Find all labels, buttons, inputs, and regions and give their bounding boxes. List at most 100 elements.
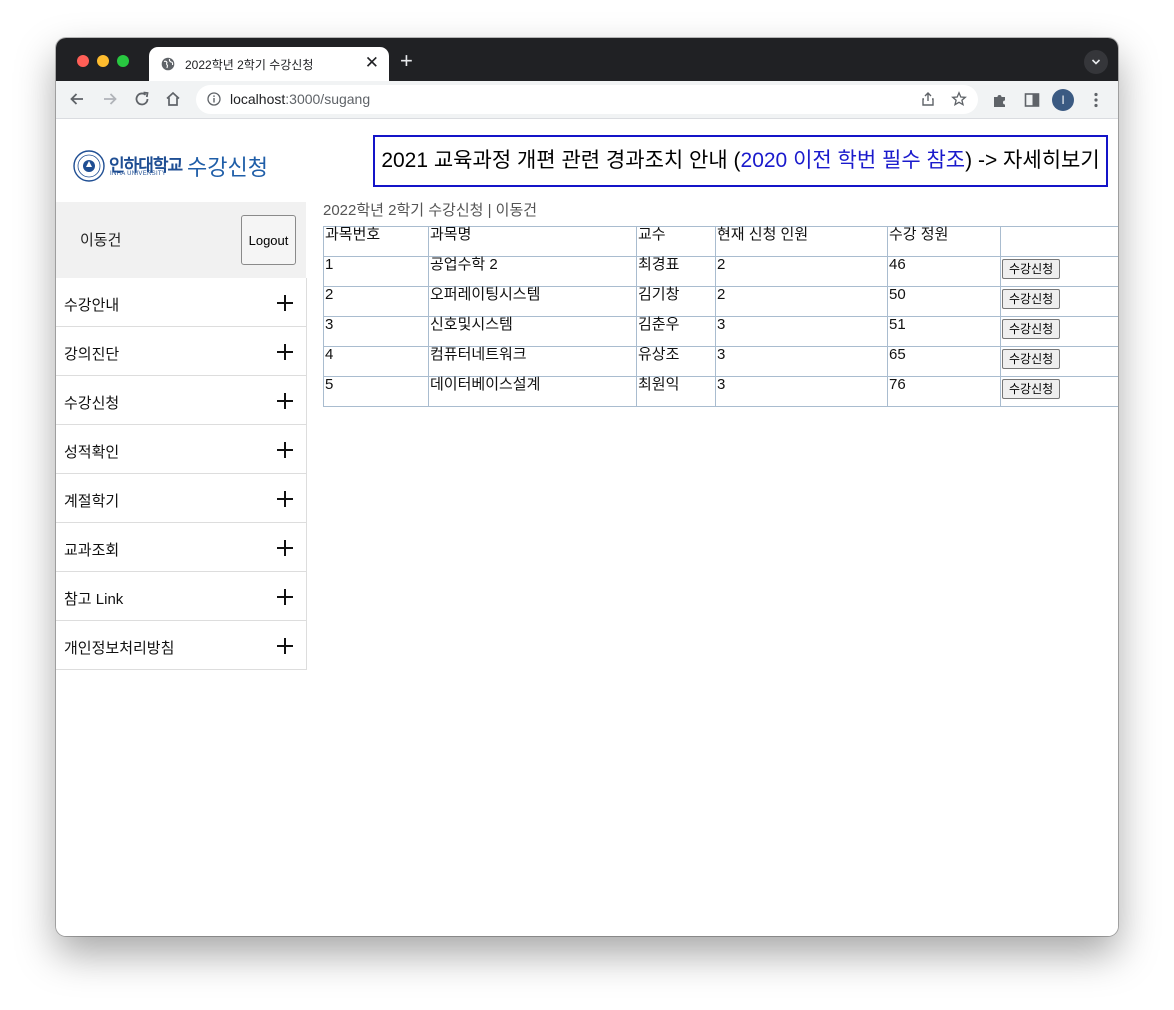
sidebar-item-label: 개인정보처리방침: [64, 640, 175, 657]
apply-button[interactable]: 수강신청: [1002, 379, 1061, 399]
plus-icon[interactable]: [277, 589, 293, 605]
sidebar-item-label: 수강안내: [64, 297, 120, 314]
table-row: 5 데이터베이스설계 최원익 3 76 수강신청: [323, 376, 1118, 407]
apply-button[interactable]: 수강신청: [1002, 349, 1061, 369]
side-panel-icon[interactable]: [1023, 91, 1041, 109]
back-arrow-icon[interactable]: [68, 90, 86, 108]
logo-english-text: INHA UNIVERSITY: [110, 171, 167, 177]
plus-icon[interactable]: [277, 295, 293, 311]
course-name: 신호및시스템: [428, 316, 637, 347]
course-capacity: 76: [887, 376, 1001, 407]
extensions-puzzle-icon[interactable]: [991, 91, 1009, 109]
course-capacity: 46: [887, 256, 1001, 287]
course-current-count: 3: [715, 316, 888, 347]
tab-title: 2022학년 2학기 수강신청: [185, 58, 314, 72]
table-row: 1 공업수학 2 최경표 2 46 수강신청: [323, 256, 1118, 287]
sidebar-item-label: 참고 Link: [64, 591, 124, 608]
browser-window: 2022학년 2학기 수강신청 ✕ + localhost:3000/sugan…: [56, 38, 1118, 936]
plus-icon[interactable]: [277, 393, 293, 409]
action-cell: 수강신청: [1000, 256, 1118, 287]
site-title: 수강신청: [187, 155, 268, 180]
page-title: 2022학년 2학기 수강신청 | 이동건: [323, 202, 538, 219]
logout-button[interactable]: Logout: [241, 215, 296, 265]
course-id: 2: [323, 286, 429, 317]
reload-icon[interactable]: [133, 90, 151, 108]
course-name: 컴퓨터네트워크: [428, 346, 637, 377]
sidebar-item-course-guide[interactable]: 수강안내: [56, 278, 306, 327]
sidebar-item-grades[interactable]: 성적확인: [56, 425, 306, 474]
course-id: 4: [323, 346, 429, 377]
course-name: 공업수학 2: [428, 256, 637, 287]
user-panel: 이동건 Logout: [56, 202, 306, 278]
apply-button[interactable]: 수강신청: [1002, 319, 1061, 339]
sidebar-item-label: 교과조회: [64, 542, 120, 559]
chevron-down-icon: [1091, 59, 1101, 65]
course-id: 5: [323, 376, 429, 407]
profile-avatar[interactable]: I: [1052, 89, 1074, 111]
column-header: 교수: [636, 226, 716, 257]
sidebar-item-reference-links[interactable]: 참고 Link: [56, 572, 306, 621]
notice-banner[interactable]: 2021 교육과정 개편 관련 경과조치 안내 (2020 이전 학번 필수 참…: [373, 135, 1108, 187]
sidebar-item-course-registration[interactable]: 수강신청: [56, 376, 306, 425]
table-header-row: 과목번호 과목명 교수 현재 신청 인원 수강 정원: [323, 226, 1118, 257]
url-path: :3000/sugang: [285, 91, 371, 107]
tab-strip: 2022학년 2학기 수강신청 ✕ +: [56, 38, 1118, 81]
sidebar-item-lecture-evaluation[interactable]: 강의진단: [56, 327, 306, 376]
new-tab-button[interactable]: +: [400, 50, 413, 72]
sidebar-item-curriculum-search[interactable]: 교과조회: [56, 523, 306, 572]
url-host: localhost: [230, 91, 286, 107]
site-logo[interactable]: 인하대학교 INHA UNIVERSITY 수강신청: [73, 150, 273, 182]
minimize-window-button[interactable]: [97, 55, 109, 67]
notice-highlight[interactable]: 2020 이전 학번 필수 참조: [741, 149, 966, 172]
plus-icon[interactable]: [277, 442, 293, 458]
sidebar-item-privacy-policy[interactable]: 개인정보처리방침: [56, 621, 306, 670]
share-icon[interactable]: [920, 91, 936, 107]
browser-tab[interactable]: 2022학년 2학기 수강신청 ✕: [149, 47, 389, 81]
notice-suffix: ) -> 자세히보기: [965, 149, 1100, 172]
close-tab-icon[interactable]: ✕: [365, 53, 379, 73]
maximize-window-button[interactable]: [117, 55, 129, 67]
plus-icon[interactable]: [277, 491, 293, 507]
plus-icon[interactable]: [277, 638, 293, 654]
table-row: 3 신호및시스템 김춘우 3 51 수강신청: [323, 316, 1118, 347]
apply-button[interactable]: 수강신청: [1002, 289, 1061, 309]
more-menu-icon[interactable]: [1087, 91, 1105, 109]
address-bar[interactable]: localhost:3000/sugang: [196, 85, 978, 114]
course-current-count: 3: [715, 346, 888, 377]
sidebar-item-seasonal-semester[interactable]: 계절학기: [56, 474, 306, 523]
course-current-count: 2: [715, 256, 888, 287]
tab-search-button[interactable]: [1084, 50, 1108, 74]
course-current-count: 2: [715, 286, 888, 317]
course-professor: 최원익: [636, 376, 716, 407]
action-cell: 수강신청: [1000, 286, 1118, 317]
course-professor: 유상조: [636, 346, 716, 377]
column-header: 수강 정원: [887, 226, 1001, 257]
course-current-count: 3: [715, 376, 888, 407]
close-window-button[interactable]: [77, 55, 89, 67]
university-seal-icon: [73, 150, 105, 182]
home-icon[interactable]: [164, 90, 182, 108]
sidebar-item-label: 성적확인: [64, 444, 120, 461]
course-capacity: 65: [887, 346, 1001, 377]
course-professor: 김춘우: [636, 316, 716, 347]
plus-icon[interactable]: [277, 344, 293, 360]
browser-toolbar: localhost:3000/sugang I: [56, 81, 1118, 119]
course-capacity: 50: [887, 286, 1001, 317]
plus-icon[interactable]: [277, 540, 293, 556]
globe-icon: [161, 57, 175, 71]
info-icon[interactable]: [207, 92, 221, 106]
page-content: 인하대학교 INHA UNIVERSITY 수강신청 2021 교육과정 개편 …: [56, 119, 1118, 936]
table-row: 4 컴퓨터네트워크 유상조 3 65 수강신청: [323, 346, 1118, 377]
forward-arrow-icon[interactable]: [101, 90, 119, 108]
course-name: 데이터베이스설계: [428, 376, 637, 407]
notice-prefix: 2021 교육과정 개편 관련 경과조치 안내 (: [381, 149, 741, 172]
course-id: 3: [323, 316, 429, 347]
course-professor: 최경표: [636, 256, 716, 287]
sidebar-item-label: 계절학기: [64, 493, 120, 510]
sidebar-item-label: 강의진단: [64, 346, 120, 363]
bookmark-star-icon[interactable]: [951, 91, 967, 107]
url-text[interactable]: localhost:3000/sugang: [230, 91, 370, 107]
apply-button[interactable]: 수강신청: [1002, 259, 1061, 279]
action-cell: 수강신청: [1000, 316, 1118, 347]
column-header: 과목번호: [323, 226, 429, 257]
